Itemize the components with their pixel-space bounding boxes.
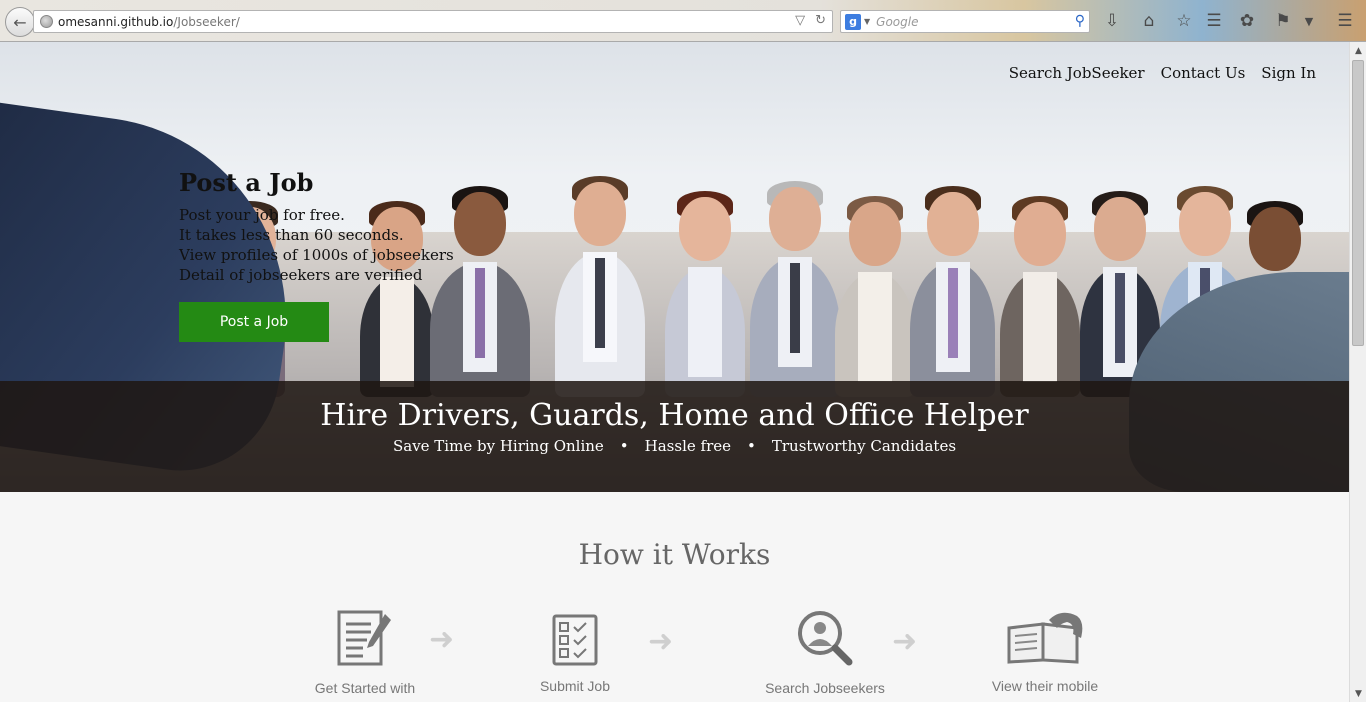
how-it-works-heading: How it Works xyxy=(578,538,771,571)
how-step-label: View their mobile xyxy=(991,678,1099,694)
extension-icon[interactable]: ✿ xyxy=(1236,10,1258,32)
hero-person xyxy=(835,196,915,397)
bookmark-star-icon[interactable]: ☆ xyxy=(1173,10,1195,32)
home-icon[interactable]: ⌂ xyxy=(1138,10,1160,32)
document-pencil-icon xyxy=(337,610,391,666)
hero-person xyxy=(1000,196,1080,397)
step-arrow-icon: ➜ xyxy=(429,622,455,657)
menu-icon[interactable]: ☰ xyxy=(1334,10,1356,32)
post-job-text: Post your job for free. xyxy=(179,206,345,224)
scroll-up-icon[interactable]: ▲ xyxy=(1350,42,1366,59)
reload-icon[interactable]: ↻ xyxy=(815,13,826,28)
hero-person xyxy=(910,186,995,397)
bullet-separator: • xyxy=(747,437,756,455)
banner-title: Hire Drivers, Guards, Home and Office He… xyxy=(320,398,1029,433)
hero-person xyxy=(555,176,645,397)
page-scrollbar[interactable]: ▲ ▼ xyxy=(1349,42,1366,702)
scrollbar-thumb[interactable] xyxy=(1352,60,1364,346)
how-step: View their mobile xyxy=(980,608,1110,694)
search-bar[interactable]: g ▼ Google ⚲ xyxy=(840,10,1090,33)
nav-sign-in[interactable]: Sign In xyxy=(1261,64,1316,82)
scroll-down-icon[interactable]: ▼ xyxy=(1350,685,1366,702)
nav-search-jobseeker[interactable]: Search JobSeeker xyxy=(1009,64,1145,82)
post-job-text: Detail of jobseekers are verified xyxy=(179,266,423,284)
banner-feature: Save Time by Hiring Online xyxy=(392,437,604,455)
post-job-heading: Post a Job xyxy=(179,168,314,197)
bullet-separator: • xyxy=(619,437,629,455)
back-arrow-icon: ← xyxy=(13,12,27,32)
how-step-label: Submit Job xyxy=(539,678,611,694)
back-button[interactable]: ← xyxy=(5,7,35,37)
post-job-text: View profiles of 1000s of jobseekers xyxy=(179,246,454,264)
address-bar[interactable]: omesanni.github.io/Jobseeker/ ▽ ↻ xyxy=(33,10,833,33)
url-host: omesanni.github.io xyxy=(58,14,174,29)
how-step-label: Search Jobseekers xyxy=(765,680,885,696)
hero-person xyxy=(750,181,840,397)
step-arrow-icon: ➜ xyxy=(648,624,674,659)
page: Search JobSeeker Contact Us Sign In Post… xyxy=(0,42,1349,702)
search-person-icon xyxy=(798,611,853,666)
hero-person xyxy=(665,191,745,397)
url-dropdown-icon[interactable]: ▽ xyxy=(795,13,805,28)
nav-contact-us[interactable]: Contact Us xyxy=(1161,64,1246,82)
top-nav: Search JobSeeker Contact Us Sign In xyxy=(1009,64,1316,82)
google-icon[interactable]: g xyxy=(845,13,861,30)
phone-book-icon xyxy=(1007,612,1083,664)
post-job-panel: Post a Job Post your job for free. It ta… xyxy=(179,168,469,342)
banner-feature: Trustworthy Candidates xyxy=(771,437,957,455)
hero-banner: Hire Drivers, Guards, Home and Office He… xyxy=(0,381,1349,492)
how-step: Submit Job xyxy=(520,612,630,694)
search-icon[interactable]: ⚲ xyxy=(1075,13,1085,29)
reading-list-icon[interactable]: ☰ xyxy=(1203,10,1225,32)
url-path: /Jobseeker/ xyxy=(173,14,240,29)
how-step-label: Get Started with xyxy=(314,680,416,696)
addon-icon[interactable]: ⚑ xyxy=(1272,10,1294,32)
search-placeholder: Google xyxy=(876,14,919,29)
download-icon[interactable]: ⇩ xyxy=(1101,10,1123,32)
globe-icon xyxy=(40,15,53,28)
search-engine-dropdown-icon[interactable]: ▼ xyxy=(864,17,870,26)
post-job-text: It takes less than 60 seconds. xyxy=(179,226,404,244)
banner-feature: Hassle free xyxy=(644,437,731,455)
how-step: Search Jobseekers xyxy=(755,608,895,696)
banner-subtitle: Save Time by Hiring Online • Hassle free • T… xyxy=(0,437,1349,455)
checklist-icon xyxy=(552,614,598,666)
step-arrow-icon: ➜ xyxy=(892,624,918,659)
post-job-button[interactable]: Post a Job xyxy=(179,302,329,342)
hero-section: Search JobSeeker Contact Us Sign In Post… xyxy=(0,42,1349,492)
how-step: Get Started with xyxy=(300,608,430,696)
browser-toolbar: ← omesanni.github.io/Jobseeker/ ▽ ↻ g ▼ … xyxy=(0,0,1366,42)
dropdown-caret-icon[interactable]: ▼ xyxy=(1298,10,1320,32)
